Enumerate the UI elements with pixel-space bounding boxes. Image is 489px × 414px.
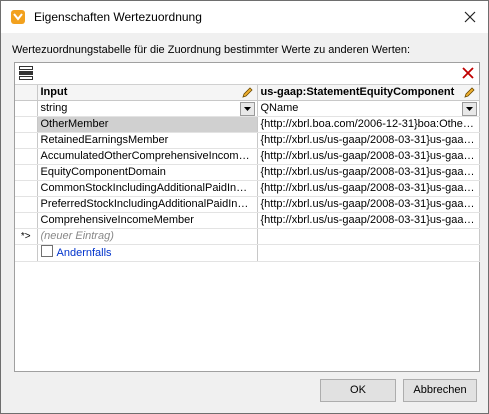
output-cell[interactable]: {http://xbrl.us/us-gaap/2008-03-31}us-ga… [257,148,480,165]
new-entry-cell[interactable]: (neuer Eintrag) [37,228,258,245]
dropdown-arrow-icon [243,107,251,111]
delete-icon [462,67,474,79]
dropdown-arrow-icon [465,107,473,111]
input-type-select[interactable]: string [37,100,258,117]
table-toolbar [15,63,479,85]
dropdown-button[interactable] [239,102,255,116]
table-row[interactable]: PreferredStockIncludingAdditionalPaidInC… [15,196,480,213]
table-row[interactable]: CommonStockIncludingAdditionalPaidInCapi… [15,180,480,197]
table-row[interactable]: EquityComponentDomain {http://xbrl.us/us… [15,164,480,181]
header-row: Input us-gaap:StatementEquityComponent [15,85,480,101]
output-column-header[interactable]: us-gaap:StatementEquityComponent [257,85,480,101]
dropdown-button[interactable] [461,102,477,116]
otherwise-label: Andernfalls [56,247,112,259]
output-cell[interactable]: {http://xbrl.us/us-gaap/2008-03-31}us-ga… [257,180,480,197]
output-cell[interactable]: {http://xbrl.us/us-gaap/2008-03-31}us-ga… [257,212,480,229]
output-cell[interactable]: {http://xbrl.us/us-gaap/2008-03-31}us-ga… [257,132,480,149]
input-cell[interactable]: EquityComponentDomain [37,164,258,181]
table-row[interactable]: ComprehensiveIncomeMember {http://xbrl.u… [15,212,480,229]
insert-row-button[interactable] [18,65,34,81]
otherwise-cell[interactable]: Andernfalls [37,244,258,262]
window-title: Eigenschaften Wertezuordnung [34,10,202,24]
ok-button[interactable]: OK [320,379,396,402]
input-cell[interactable]: CommonStockIncludingAdditionalPaidInCapi… [37,180,258,197]
output-type-select[interactable]: QName [257,100,480,117]
mapforce-app-icon [11,10,25,24]
dialog-window: Eigenschaften Wertezuordnung Wertezuordn… [0,0,489,414]
table-row[interactable]: RetainedEarningsMember {http://xbrl.us/u… [15,132,480,149]
output-cell[interactable]: {http://xbrl.us/us-gaap/2008-03-31}us-ga… [257,196,480,213]
output-cell[interactable]: {http://xbrl.boa.com/2006-12-31}boa:Othe… [257,116,480,133]
table-row[interactable]: OtherMember {http://xbrl.boa.com/2006-12… [15,116,480,133]
input-cell[interactable]: ComprehensiveIncomeMember [37,212,258,229]
new-entry-marker: *> [15,228,38,245]
value-map-table: Input us-gaap:StatementEquityComponent s… [15,85,480,262]
delete-row-button[interactable] [462,67,474,79]
title-bar: Eigenschaften Wertezuordnung [1,1,488,33]
close-button[interactable] [458,5,482,29]
insert-row-icon [19,66,33,80]
input-column-header[interactable]: Input [37,85,258,101]
output-cell[interactable]: {http://xbrl.us/us-gaap/2008-03-31}us-ga… [257,164,480,181]
input-cell[interactable]: RetainedEarningsMember [37,132,258,149]
table-row[interactable]: AccumulatedOtherComprehensiveIncomeMembe… [15,148,480,165]
input-cell[interactable]: PreferredStockIncludingAdditionalPaidInC… [37,196,258,213]
type-row: string QName [15,100,480,117]
otherwise-checkbox[interactable] [40,245,53,257]
input-cell[interactable]: AccumulatedOtherComprehensiveIncomeMembe… [37,148,258,165]
close-icon [464,11,476,23]
input-cell[interactable]: OtherMember [37,116,258,133]
cancel-button[interactable]: Abbrechen [403,379,477,402]
pencil-icon[interactable] [241,86,254,99]
otherwise-row: Andernfalls [15,244,480,262]
new-entry-row[interactable]: *> (neuer Eintrag) [15,228,480,245]
otherwise-output-cell[interactable] [257,244,480,262]
value-map-panel: Input us-gaap:StatementEquityComponent s… [14,62,480,372]
new-entry-output-cell[interactable] [257,228,480,245]
pencil-icon[interactable] [463,86,476,99]
instruction-label: Wertezuordnungstabelle für die Zuordnung… [12,44,411,56]
